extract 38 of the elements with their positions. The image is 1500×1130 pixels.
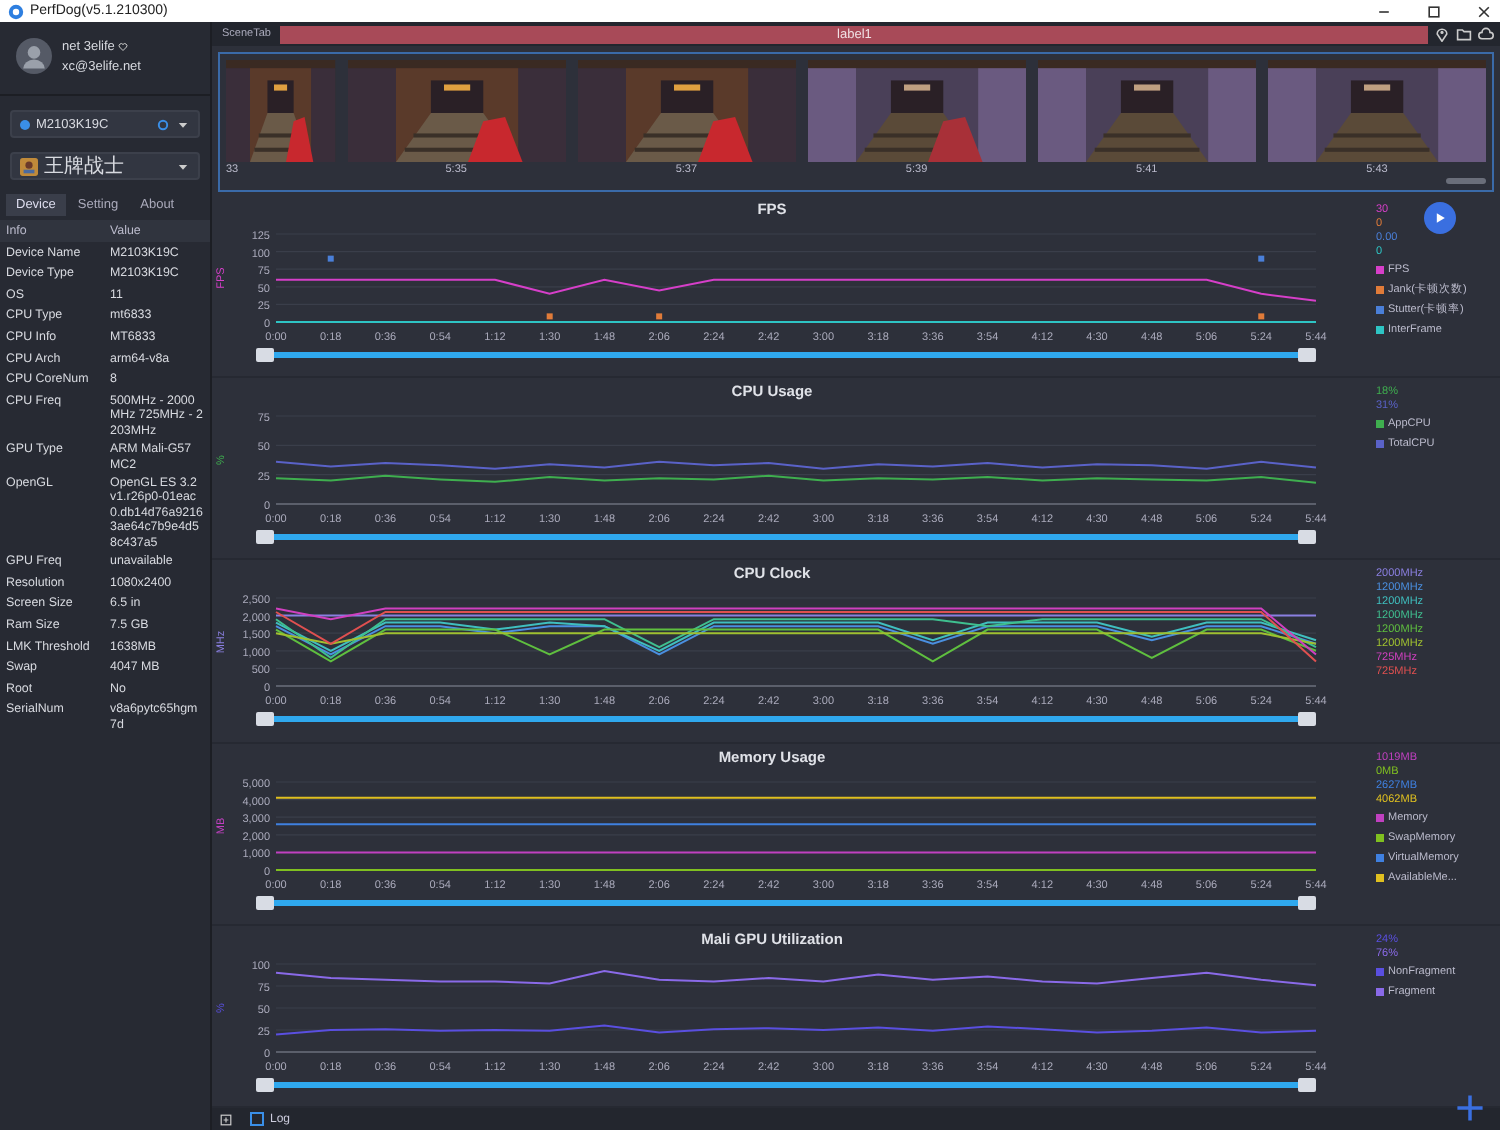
timeline-slider[interactable] xyxy=(256,530,1316,545)
slider-handle[interactable] xyxy=(256,530,274,545)
timeline-slider[interactable] xyxy=(256,712,1316,727)
data-point xyxy=(546,313,553,320)
timeline-slider[interactable] xyxy=(256,895,1316,910)
data-point xyxy=(327,255,334,262)
app-dropdown[interactable]: 王牌战士 xyxy=(10,152,200,180)
slider-handle[interactable] xyxy=(256,1077,274,1092)
slider-handle[interactable] xyxy=(1298,712,1316,727)
data-point xyxy=(656,313,663,320)
play-icon xyxy=(1432,210,1448,226)
data-point xyxy=(1258,255,1265,262)
cloud-icon[interactable] xyxy=(1478,26,1494,42)
slider-handle[interactable] xyxy=(1298,530,1316,545)
slider-handle[interactable] xyxy=(1298,348,1316,362)
slider-handle[interactable] xyxy=(256,712,274,727)
device-icon xyxy=(20,119,30,129)
timeline-slider[interactable] xyxy=(256,348,1316,362)
maximize-icon[interactable] xyxy=(1426,3,1442,19)
slider-handle[interactable] xyxy=(256,348,274,362)
folder-icon[interactable] xyxy=(1456,26,1472,42)
data-point xyxy=(1258,313,1265,320)
slider-handle[interactable] xyxy=(1298,895,1316,910)
scrollbar-thumb[interactable] xyxy=(1446,178,1486,184)
avatar-icon xyxy=(16,38,52,74)
add-icon[interactable] xyxy=(1456,1094,1484,1122)
app-icon xyxy=(20,157,38,175)
expand-icon[interactable] xyxy=(220,1113,232,1125)
heart-icon xyxy=(118,41,129,51)
slider-handle[interactable] xyxy=(256,895,274,910)
log-checkbox[interactable] xyxy=(250,1112,264,1126)
play-button[interactable] xyxy=(1424,202,1456,234)
slider-handle[interactable] xyxy=(1298,1077,1316,1092)
location-pin-icon[interactable] xyxy=(1434,26,1450,42)
timeline-slider[interactable] xyxy=(256,1077,1316,1092)
caret-icon xyxy=(176,159,190,173)
close-icon[interactable] xyxy=(1476,3,1492,19)
caret-icon xyxy=(176,117,190,131)
